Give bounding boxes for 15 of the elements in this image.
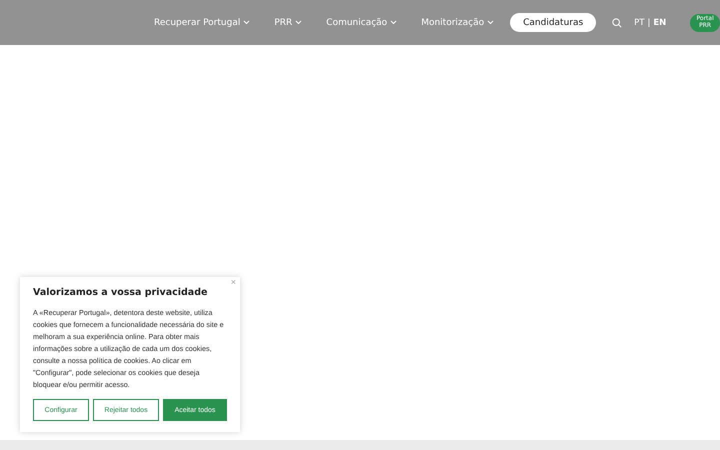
chevron-down-icon xyxy=(487,20,494,25)
candidaturas-button[interactable]: Candidaturas xyxy=(510,13,596,32)
chevron-down-icon xyxy=(243,20,250,25)
nav-menu-item[interactable]: Monitorização xyxy=(421,18,494,28)
close-button[interactable]: × xyxy=(230,277,236,287)
separator: | xyxy=(647,18,650,28)
chevron-down-icon xyxy=(390,20,398,25)
search-icon[interactable] xyxy=(612,16,622,28)
nav-menu-item[interactable]: PRR xyxy=(274,18,302,28)
chevron-down-icon xyxy=(295,20,302,25)
language-link[interactable]: PT xyxy=(634,18,644,28)
nav-menu-item[interactable]: Recuperar Portugal xyxy=(154,18,250,28)
nav-menu-item[interactable]: Comunicação xyxy=(326,18,398,28)
dialog-title: Valorizamos a vossa privacidade xyxy=(33,287,208,298)
language-link[interactable]: EN xyxy=(653,18,666,28)
